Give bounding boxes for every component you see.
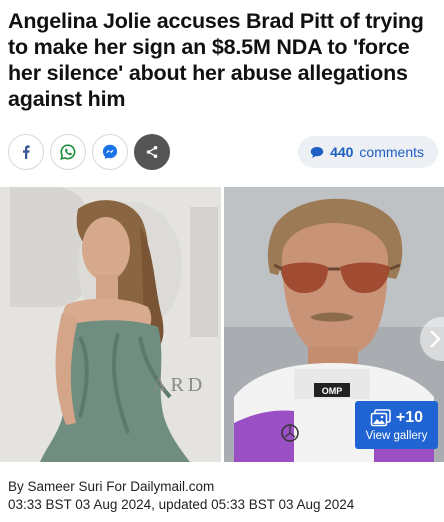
article-headline: Angelina Jolie accuses Brad Pitt of tryi… (8, 9, 424, 111)
more-share-button[interactable] (134, 134, 170, 170)
share-icon (146, 146, 158, 158)
messenger-share-button[interactable] (92, 134, 128, 170)
gallery-images-icon (370, 408, 391, 426)
facebook-share-button[interactable] (8, 134, 44, 170)
gallery-label: View gallery (365, 429, 428, 442)
facebook-icon (23, 145, 30, 159)
chevron-right-icon (430, 330, 441, 348)
svg-text:OMP: OMP (322, 386, 343, 396)
whatsapp-share-button[interactable] (50, 134, 86, 170)
gallery-count: +10 (395, 408, 424, 426)
comments-count: 440 (330, 144, 354, 160)
view-gallery-button[interactable]: +10 View gallery (355, 401, 438, 449)
byline-prefix: By (8, 479, 28, 494)
comment-bubble-icon (310, 146, 324, 158)
messenger-icon (102, 144, 118, 160)
publish-timestamp: 03:33 BST 03 Aug 2024, updated 05:33 BST… (8, 497, 355, 512)
comments-label: comments (359, 144, 424, 160)
comments-button[interactable]: 440 comments (298, 136, 438, 168)
share-bar: 440 comments (8, 134, 438, 172)
author-link[interactable]: Sameer Suri For Dailymail.com (28, 479, 215, 494)
byline: By Sameer Suri For Dailymail.com (8, 478, 214, 496)
whatsapp-icon (60, 144, 76, 160)
backdrop-lettering: ARD (152, 374, 206, 396)
angelina-jolie-photo: ARD (0, 187, 221, 462)
